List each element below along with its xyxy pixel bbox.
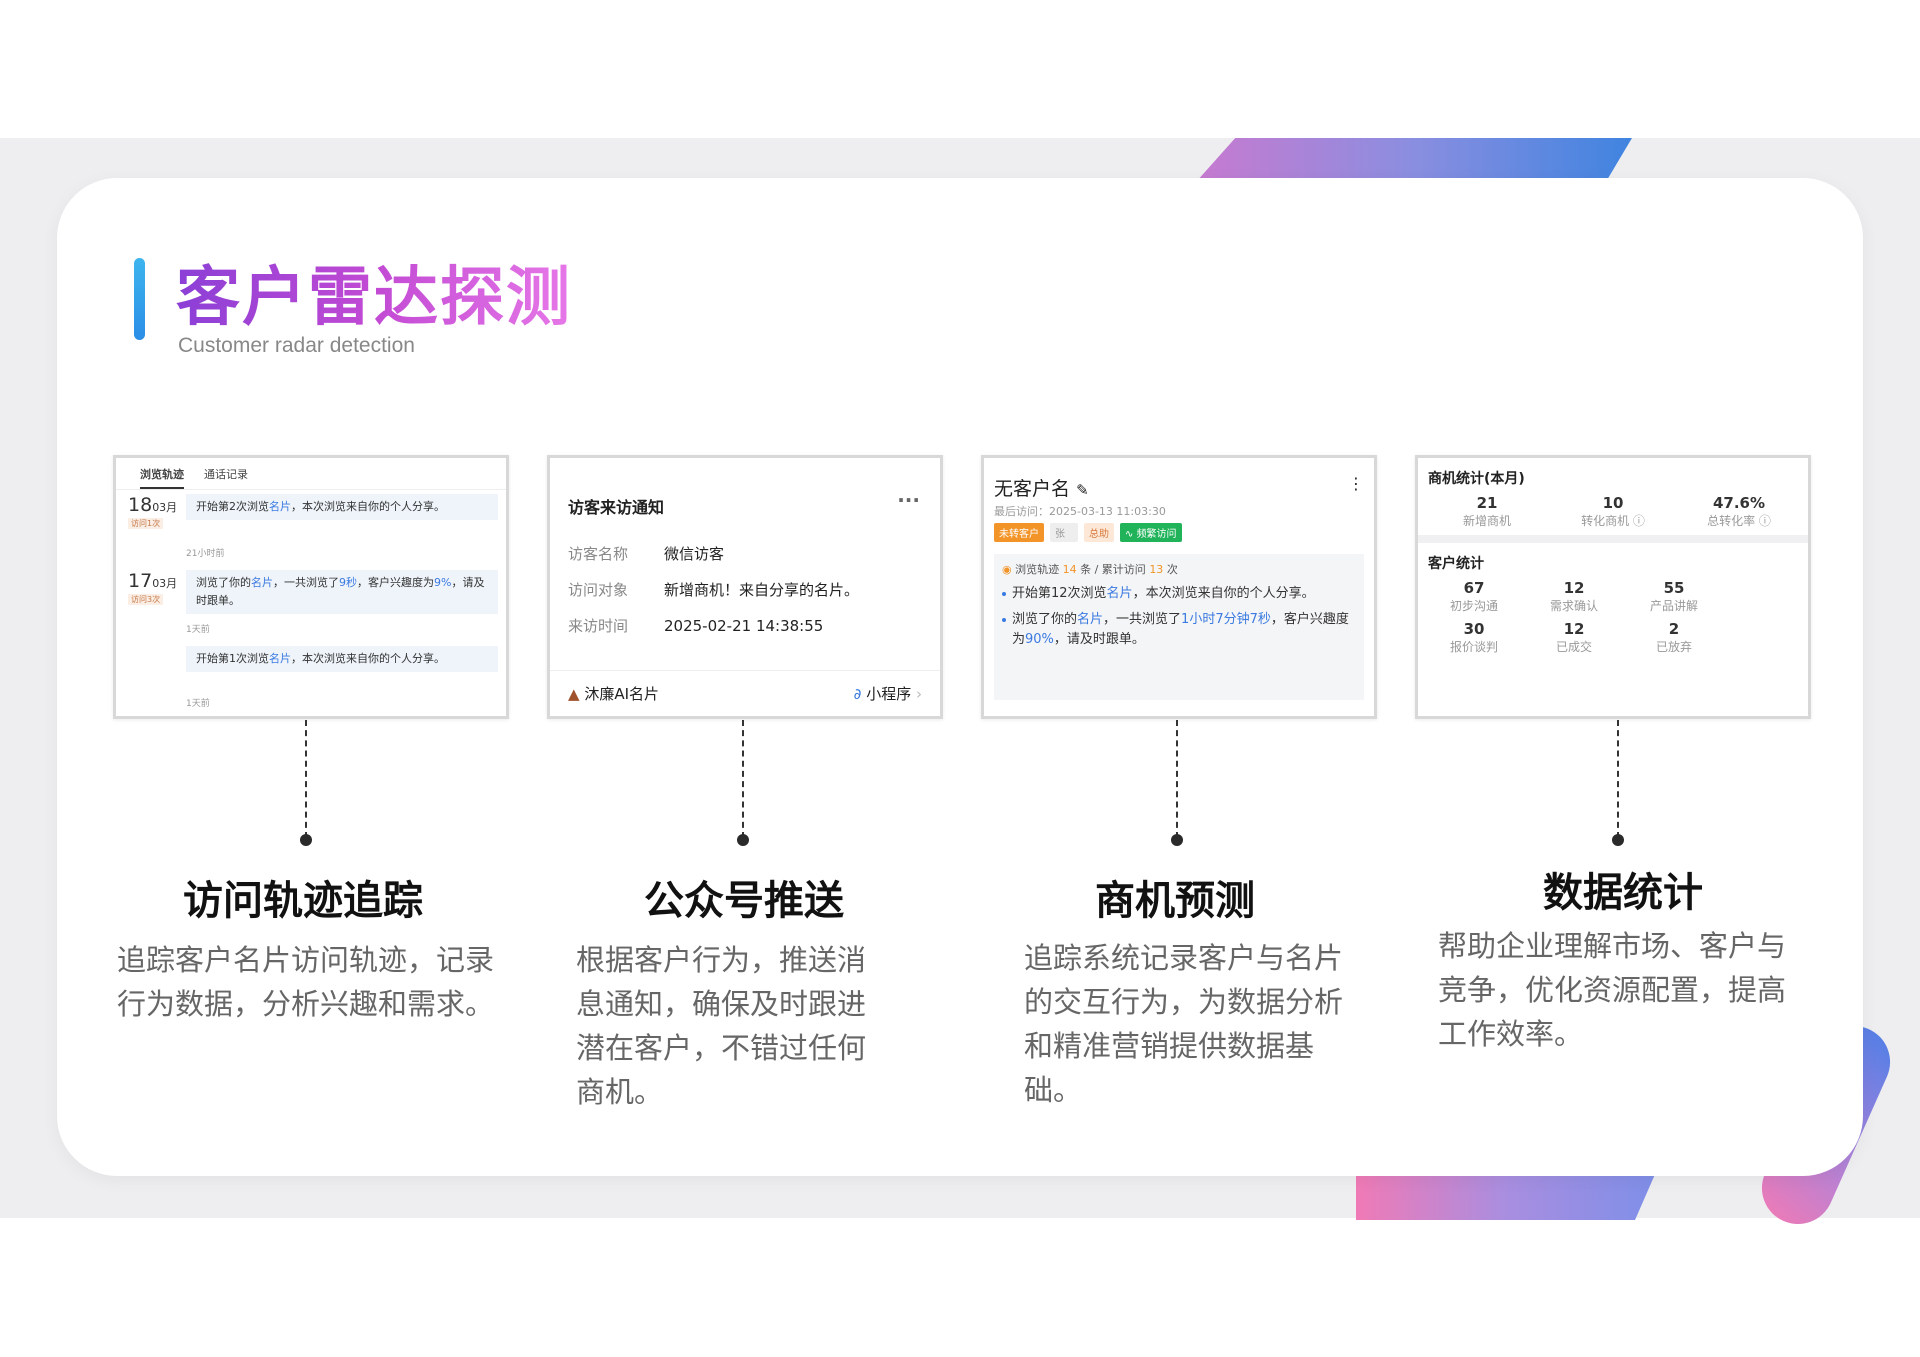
feature-title: 访问轨迹追踪 [183, 878, 423, 924]
track-message: 浏览了你的名片，一共浏览了9秒，客户兴趣度为9%，请及时跟单。 [186, 570, 498, 614]
decor-gradient-bottom [1356, 1172, 1656, 1220]
notice-header: 访客来访通知 ··· [550, 458, 940, 518]
clock-icon: ◉ [1002, 563, 1012, 576]
track-row: 开始第1次浏览名片，本次浏览来自你的个人分享。 1天前 [116, 642, 506, 716]
last-visit: 最后访问：2025-03-13 11:03:30 [994, 505, 1166, 518]
connector-line [305, 720, 307, 838]
page-title: 客户雷达探测 [176, 258, 572, 338]
slide: 客户雷达探测 Customer radar detection 浏览轨迹 通话记… [0, 0, 1920, 1357]
stat-item: 2 已放弃 [1655, 620, 1692, 654]
stat-item: 47.6% 总转化率 ⓘ [1707, 494, 1771, 528]
screenshot-visitor-notice: 访客来访通知 ··· 访客名称 微信访客 访问对象 新增商机！来自分享的名片。 来访… [547, 455, 943, 719]
notice-field: 访问对象 新增商机！来自分享的名片。 [568, 581, 860, 599]
track-item: 开始第12次浏览名片，本次浏览来自你的个人分享。 [1002, 584, 1356, 604]
track-row: 1703月 访问3次 浏览了你的名片，一共浏览了9秒，客户兴趣度为9%，请及时跟… [116, 566, 506, 642]
brand-logo-icon: ▲ [568, 685, 580, 703]
stat-item: 10 转化商机 ⓘ [1581, 494, 1645, 528]
decor-gradient-top [1196, 138, 1632, 182]
stat-item: 55 产品讲解 [1649, 579, 1698, 613]
connector-dot [1171, 834, 1183, 846]
feature-desc: 帮助企业理解市场、客户与竞争，优化资源配置，提高工作效率。 [1438, 929, 1787, 1051]
track-summary: ◉ 浏览轨迹 14 条 / 累计访问 13 次 [1002, 563, 1178, 576]
notice-field: 访客名称 微信访客 [568, 545, 725, 563]
track-message: 开始第2次浏览名片，本次浏览来自你的个人分享。 [186, 494, 498, 520]
feature-title: 商机预测 [1095, 878, 1255, 924]
visit-count-tag: 访问1次 [128, 518, 164, 529]
connector-dot [737, 834, 749, 846]
feature-desc: 根据客户行为，推送消息通知，确保及时跟进潜在客户，不错过任何商机。 [576, 943, 867, 1109]
link-icon: ∂ [853, 685, 862, 703]
feature-title: 公众号推送 [644, 878, 844, 924]
track-date: 1703月 [128, 570, 178, 592]
track-time-ago: 1天前 [186, 625, 210, 635]
track-message: 开始第1次浏览名片，本次浏览来自你的个人分享。 [186, 646, 498, 672]
stat-item: 12 已成交 [1555, 620, 1592, 654]
tag-unconverted: 未转客户 [994, 523, 1044, 542]
feature-desc: 追踪系统记录客户与名片的交互行为，为数据分析和精准营销提供数据基础。 [1024, 941, 1344, 1107]
customer-tags: 未转客户 张 总助 ∿ 频繁访问 [984, 521, 1374, 544]
connector-dot [1612, 834, 1624, 846]
tag-owner: 张 [1050, 523, 1078, 542]
screenshot-visit-track: 浏览轨迹 通话记录 1803月 访问1次 开始第2次浏览名片，本次浏览来自你的个… [113, 455, 509, 719]
track-item: 浏览了你的名片，一共浏览了1小时7分钟7秒，客户兴趣度为90%，请及时跟单。 [1002, 610, 1356, 650]
connector-line [1176, 720, 1178, 838]
feature-desc: 追踪客户名片访问轨迹，记录行为数据，分析兴趣和需求。 [117, 943, 495, 1021]
title-accent-bar [134, 258, 145, 340]
track-date: 1803月 [128, 494, 178, 516]
stat-item: 67 初步沟通 [1449, 579, 1498, 613]
connector-line [1617, 720, 1619, 838]
page-subtitle: Customer radar detection [178, 334, 415, 357]
brand: ▲ 沐廉AI名片 [568, 685, 660, 703]
customer-stats-title: 客户统计 [1428, 556, 1484, 572]
customer-name: 无客户名 ✎ ⋮ [994, 474, 1364, 500]
tab-browse-track[interactable]: 浏览轨迹 [140, 466, 184, 489]
notice-footer[interactable]: ▲ 沐廉AI名片 ∂ 小程序 › [550, 670, 940, 716]
customer-stats: 67 初步沟通 12 需求确认 55 产品讲解 30 报价谈判 12 已成交 2 已放弃 [1418, 579, 1808, 661]
chevron-right-icon: › [916, 685, 922, 703]
visit-count-tag: 访问3次 [128, 594, 164, 605]
screenshot-statistics: 商机统计(本月) 21 新增商机 10 转化商机 ⓘ 47.6% 总转化率 ⓘ 客户统… [1415, 455, 1811, 719]
section-divider [1418, 535, 1808, 543]
tag-role: 总助 [1084, 523, 1114, 542]
track-tabs: 浏览轨迹 通话记录 [116, 458, 506, 490]
connector-line [742, 720, 744, 838]
stat-item: 30 报价谈判 [1449, 620, 1498, 654]
edit-icon[interactable]: ✎ [1076, 481, 1089, 499]
opportunity-stats-title: 商机统计(本月) [1428, 471, 1525, 487]
opportunity-stats: 21 新增商机 10 转化商机 ⓘ 47.6% 总转化率 ⓘ [1418, 494, 1808, 535]
stat-item: 21 新增商机 [1462, 494, 1511, 528]
tab-call-records[interactable]: 通话记录 [204, 466, 248, 489]
stat-item: 12 需求确认 [1549, 579, 1598, 613]
track-row: 1803月 访问1次 开始第2次浏览名片，本次浏览来自你的个人分享。 21小时前 [116, 490, 506, 566]
connector-dot [300, 834, 312, 846]
track-time-ago: 1天前 [186, 699, 210, 709]
more-vertical-icon[interactable]: ⋮ [1348, 474, 1364, 493]
track-time-ago: 21小时前 [186, 549, 225, 559]
screenshot-customer-detail: 无客户名 ✎ ⋮ 最后访问：2025-03-13 11:03:30 未转客户 张 … [981, 455, 1377, 719]
track-summary-box: ◉ 浏览轨迹 14 条 / 累计访问 13 次 开始第12次浏览名片，本次浏览来… [994, 554, 1364, 700]
notice-title: 访客来访通知 [568, 498, 665, 517]
notice-field: 来访时间 2025-02-21 14:38:55 [568, 617, 824, 635]
mini-program-link[interactable]: ∂ 小程序 › [854, 683, 922, 704]
tag-frequent-visit: ∿ 频繁访问 [1120, 523, 1182, 542]
more-icon[interactable]: ··· [897, 488, 920, 512]
feature-title: 数据统计 [1543, 870, 1703, 916]
